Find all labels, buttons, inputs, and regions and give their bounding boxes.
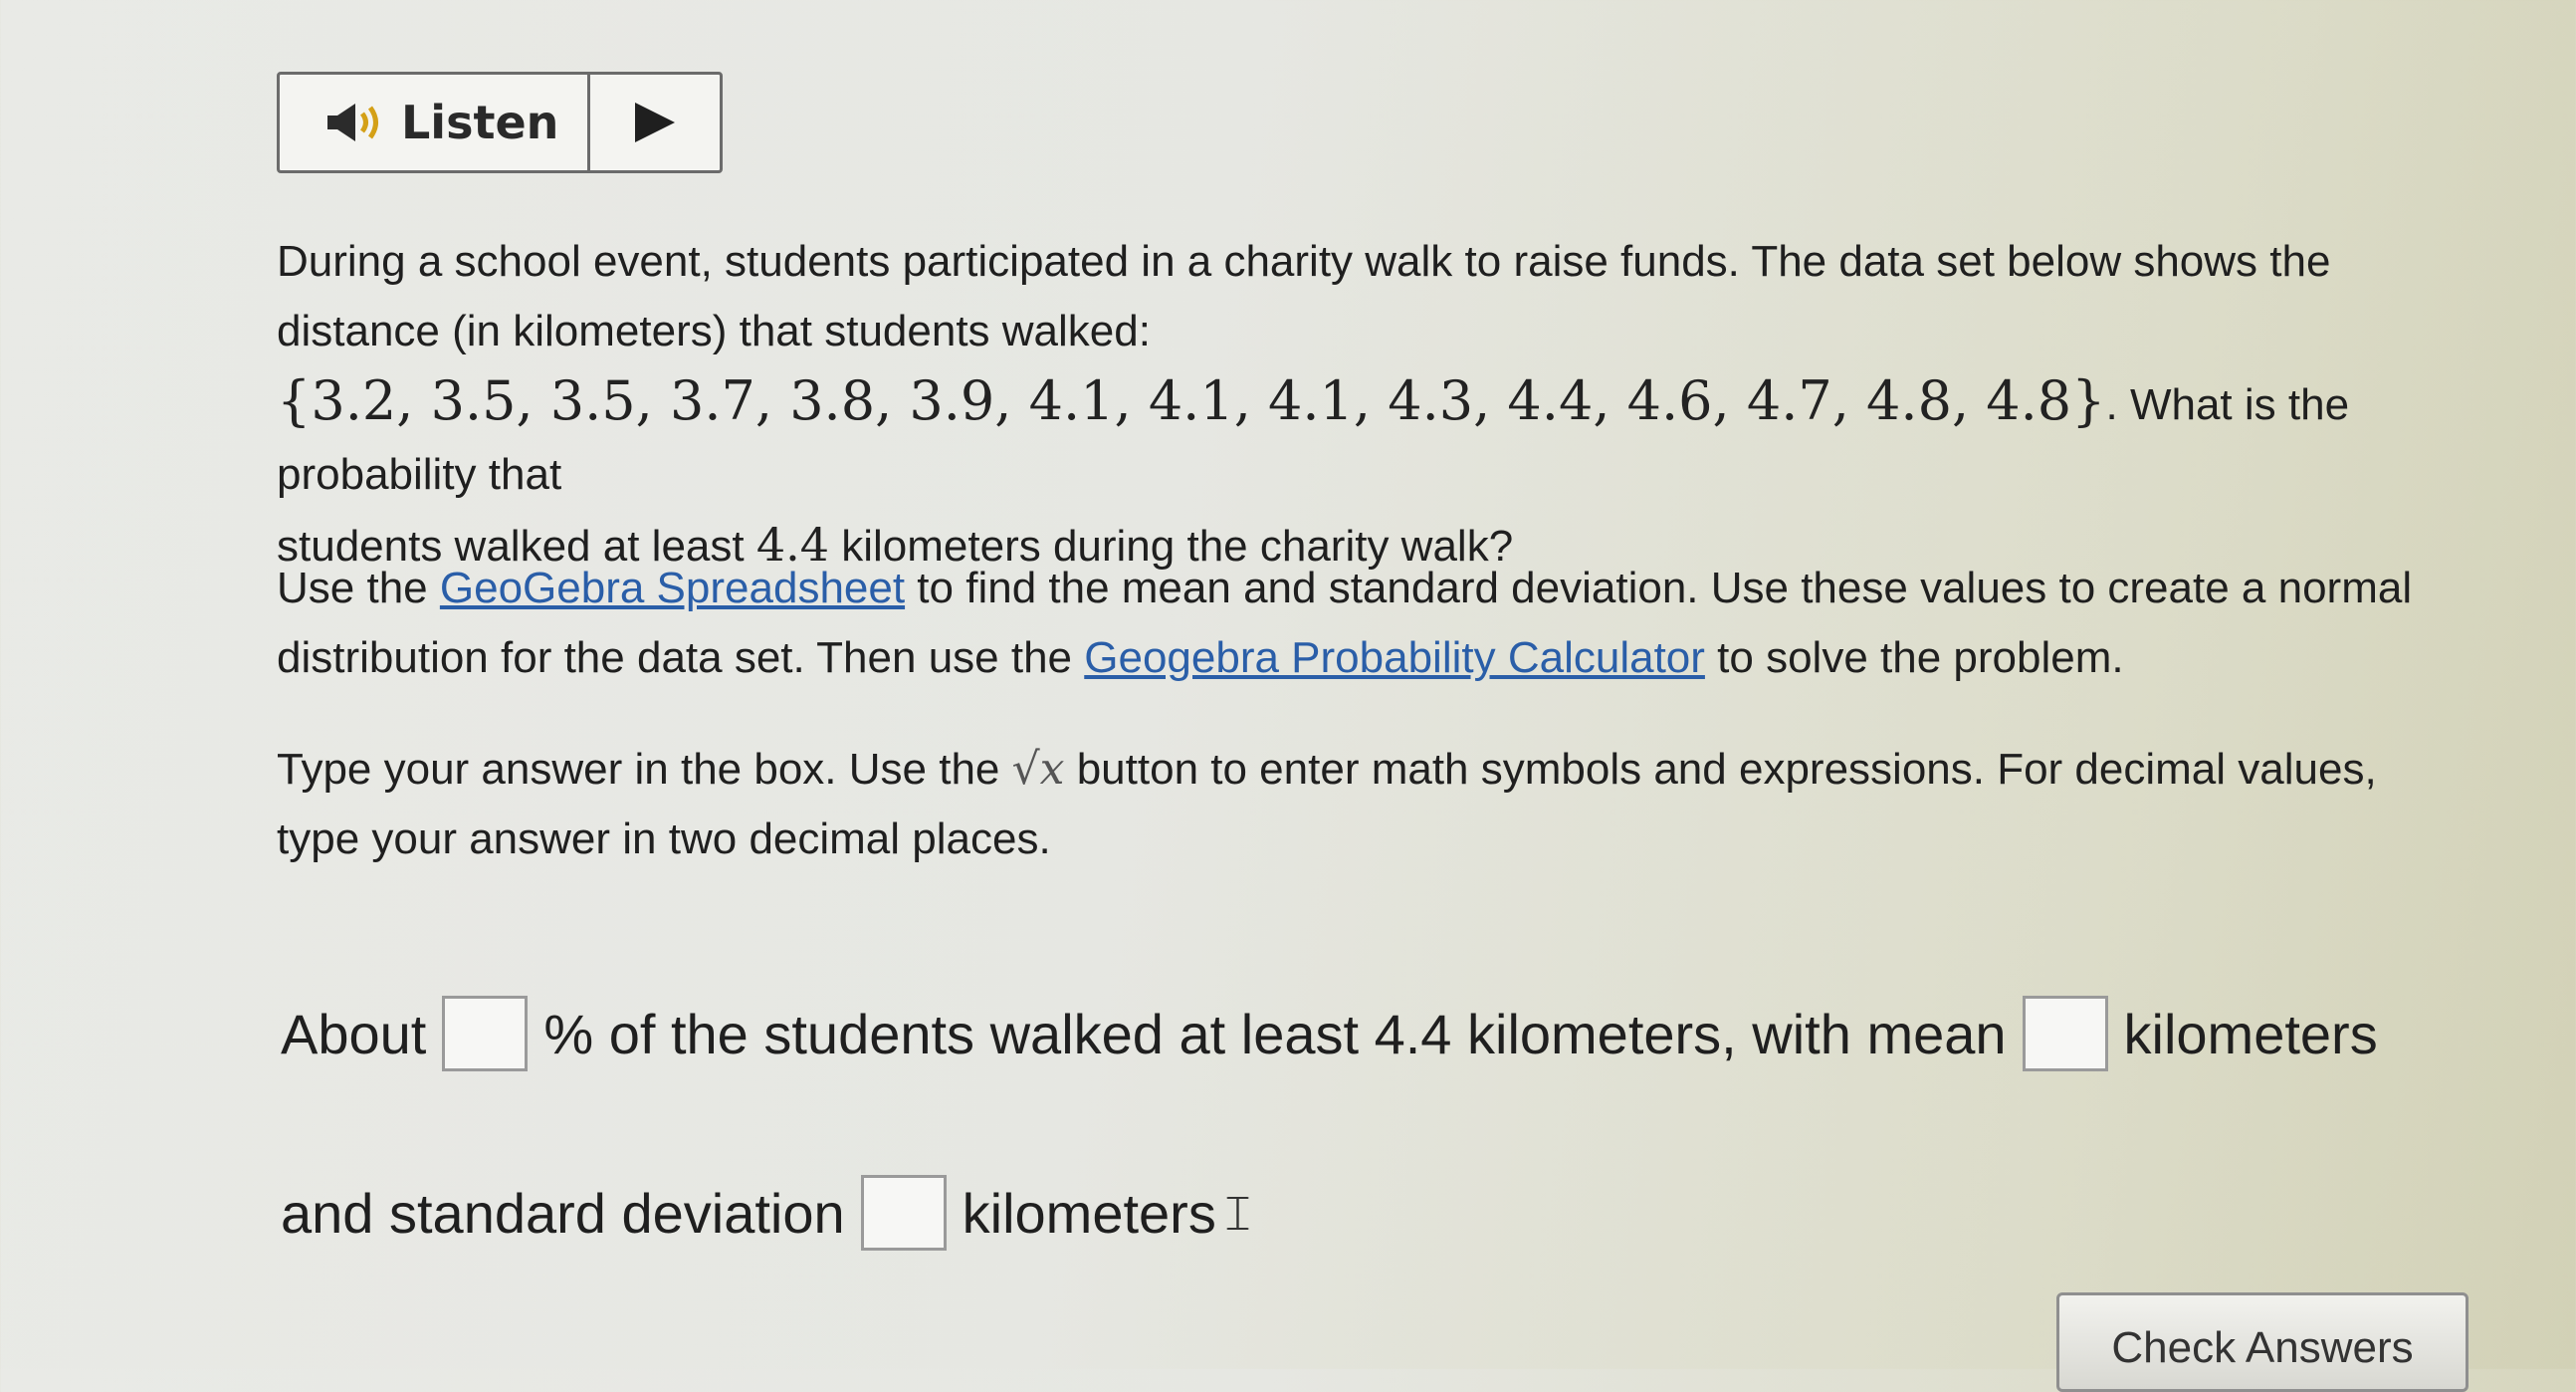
- check-answers-button[interactable]: Check Answers: [2056, 1292, 2469, 1392]
- speaker-icon: [325, 102, 387, 143]
- instructions-text-a: Use the: [277, 564, 440, 612]
- question-text: During a school event, students particip…: [277, 227, 2486, 581]
- standard-deviation-input[interactable]: [860, 1175, 947, 1251]
- listen-toolbar: Listen: [277, 72, 723, 173]
- answer-line-2: and standard deviation kilometers 𝙸: [281, 1175, 1255, 1251]
- play-icon: [635, 103, 675, 142]
- question-line-1: During a school event, students particip…: [277, 237, 2331, 286]
- percent-sentence: % of the students walked at least 4.4 ki…: [543, 1002, 2007, 1065]
- listen-label: Listen: [401, 96, 559, 149]
- instructions-paragraph-1: Use the GeoGebra Spreadsheet to find the…: [277, 554, 2417, 693]
- question-line-3: {3.2, 3.5, 3.5, 3.7, 3.8, 3.9, 4.1, 4.1,…: [277, 366, 2486, 510]
- instructions-text-d: Type your answer in the box. Use the: [277, 745, 1012, 794]
- geogebra-spreadsheet-link[interactable]: GeoGebra Spreadsheet: [440, 564, 905, 612]
- sqrt-button-icon: √x: [1011, 744, 1065, 795]
- answer-line-1: About % of the students walked at least …: [281, 996, 2378, 1071]
- dataset-math: {3.2, 3.5, 3.5, 3.7, 3.8, 3.9, 4.1, 4.1,…: [277, 369, 2106, 432]
- kilometers-label-2: kilometers: [962, 1181, 1216, 1245]
- mean-input[interactable]: [2022, 996, 2108, 1071]
- text-cursor-icon: 𝙸: [1219, 1184, 1256, 1241]
- percent-input[interactable]: [442, 996, 529, 1071]
- instructions-text-c: to solve the problem.: [1704, 633, 2124, 682]
- question-page: Listen During a school event, students p…: [0, 0, 2576, 1392]
- play-button[interactable]: [590, 75, 720, 170]
- about-label: About: [281, 1002, 427, 1065]
- question-line-2: distance (in kilometers) that students w…: [277, 307, 1151, 355]
- geogebra-probability-calculator-link[interactable]: Geogebra Probability Calculator: [1084, 633, 1705, 682]
- instructions-paragraph-2: Type your answer in the box. Use the √x …: [277, 735, 2417, 874]
- listen-button[interactable]: Listen: [280, 75, 590, 170]
- standard-deviation-label: and standard deviation: [281, 1181, 845, 1245]
- kilometers-label-1: kilometers: [2123, 1002, 2378, 1065]
